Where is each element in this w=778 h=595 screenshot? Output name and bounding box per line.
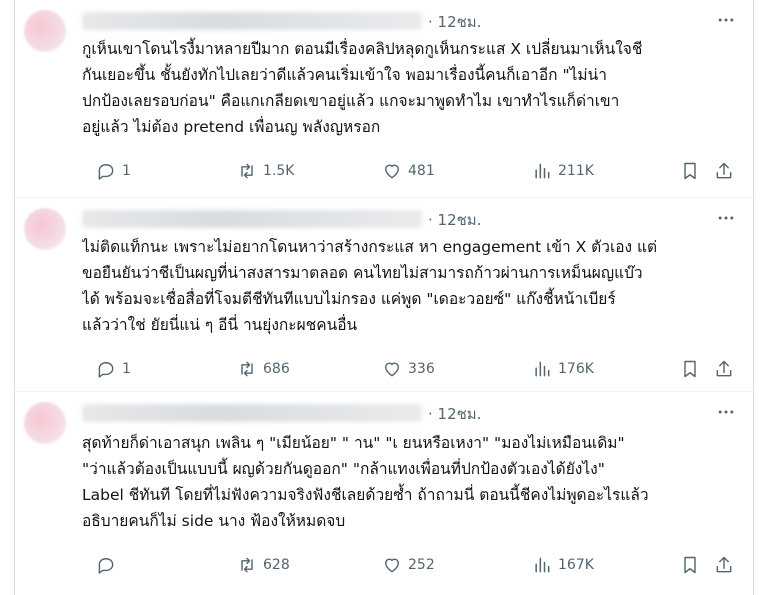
tweet-actions: 1 686 336 176K: [82, 357, 742, 381]
tweet-timestamp[interactable]: · 12ชม.: [428, 402, 481, 426]
tweet-text: สุดท้ายก็ด่าเอาสนุก เพลิน ๆ "เมียน้อย" "…: [82, 430, 742, 534]
tweet-text-line: อธิบายคนก็ไม่ side นาง ฟ้องให้หมดจบ: [82, 512, 346, 530]
author-name-redacted: [82, 404, 422, 422]
author-name-redacted: [82, 12, 422, 30]
like-button[interactable]: 336: [382, 357, 435, 381]
tweet-text-line: ขอยืนยันว่าชีเป็นผญที่น่าสงสารมาตลอด คนไ…: [82, 264, 643, 282]
reply-tweet[interactable]: · 12ชม. สุดท้ายก็ด่าเอาสนุก เพลิน ๆ "เมี…: [14, 392, 754, 595]
share-upload-icon: [716, 556, 732, 573]
reply-count: 1: [122, 163, 131, 179]
repost-button[interactable]: 1.5K: [237, 159, 294, 183]
tweet-text-line: ปกป้องเลยรอบก่อน" คือแกเกลียดเขาอยู่แล้ว…: [82, 92, 620, 110]
repost-icon: [241, 361, 253, 377]
share-button[interactable]: [712, 159, 736, 183]
share-upload-icon: [716, 360, 732, 377]
tweet-actions: 1 1.5K 481 211K: [82, 159, 742, 183]
reply-button[interactable]: 1: [96, 159, 131, 183]
more-options-button[interactable]: [714, 206, 738, 230]
analytics-bars-icon: [535, 557, 550, 573]
analytics-bars-icon: [535, 163, 550, 179]
reply-tweet[interactable]: · 12ชม. กูเห็นเขาโดนไรงี้มาหลายปีมาก ตอน…: [14, 0, 754, 198]
heart-icon: [385, 558, 399, 573]
repost-icon: [241, 163, 253, 179]
reply-button[interactable]: 1: [96, 357, 131, 381]
heart-icon: [385, 164, 399, 179]
repost-button[interactable]: 628: [237, 553, 290, 577]
like-button[interactable]: 481: [382, 159, 435, 183]
bookmark-icon: [684, 556, 696, 574]
more-options-button[interactable]: [714, 8, 738, 32]
tweet-text-line: แล้วว่าใช่ ยัยนี่แน่ ๆ อีนี่ านยุ่งกะผชค…: [82, 316, 358, 334]
like-count: 481: [408, 163, 435, 179]
view-count: 211K: [558, 163, 594, 179]
analytics-bars-icon: [535, 361, 550, 377]
like-count: 336: [408, 361, 435, 377]
tweet-text-line: อยู่แล้ว ไม่ต้อง pretend เพื่อนญ พลังญหร…: [82, 118, 381, 136]
bookmark-button[interactable]: [678, 159, 702, 183]
repost-count: 1.5K: [263, 163, 295, 179]
tweet-text-line: กันเยอะขึ้น ชั้นยังทักไปเลยว่าดีแล้วคนเร…: [82, 66, 607, 84]
share-button[interactable]: [712, 553, 736, 577]
repost-icon: [241, 557, 253, 573]
heart-icon: [385, 362, 399, 377]
more-horizontal-icon: [718, 216, 734, 220]
views-button[interactable]: 211K: [532, 159, 594, 183]
bookmark-button[interactable]: [678, 553, 702, 577]
reply-bubble-icon: [98, 164, 114, 180]
views-button[interactable]: 176K: [532, 357, 594, 381]
bookmark-icon: [684, 162, 696, 180]
share-upload-icon: [716, 162, 732, 179]
view-count: 176K: [558, 361, 594, 377]
avatar[interactable]: [24, 10, 66, 52]
reply-bubble-icon: [98, 558, 114, 574]
tweet-text-line: ไม่ติดแท็กนะ เพราะไม่อยากโดนหาว่าสร้างกร…: [82, 238, 658, 256]
tweet-actions: 628 252 167K: [82, 553, 742, 577]
bookmark-button[interactable]: [678, 357, 702, 381]
repost-button[interactable]: 686: [237, 357, 290, 381]
more-options-button[interactable]: [714, 400, 738, 424]
repost-count: 686: [263, 361, 290, 377]
views-button[interactable]: 167K: [532, 553, 594, 577]
avatar[interactable]: [24, 402, 66, 444]
author-name-redacted: [82, 210, 422, 228]
repost-count: 628: [263, 557, 290, 573]
view-count: 167K: [558, 557, 594, 573]
tweet-text-line: "ว่าแล้วต้องเป็นแบบนี้ ผญด้วยกันดูออก" "…: [82, 460, 605, 478]
like-button[interactable]: 252: [382, 553, 435, 577]
tweet-timestamp[interactable]: · 12ชม.: [428, 10, 481, 34]
bookmark-icon: [684, 360, 696, 378]
tweet-timestamp[interactable]: · 12ชม.: [428, 208, 481, 232]
more-horizontal-icon: [718, 18, 734, 22]
tweet-text-line: สุดท้ายก็ด่าเอาสนุก เพลิน ๆ "เมียน้อย" "…: [82, 434, 625, 452]
tweet-text-line: กูเห็นเขาโดนไรงี้มาหลายปีมาก ตอนมีเรื่อง…: [82, 40, 643, 58]
like-count: 252: [408, 557, 435, 573]
share-button[interactable]: [712, 357, 736, 381]
reply-tweet[interactable]: · 12ชม. ไม่ติดแท็กนะ เพราะไม่อยากโดนหาว่…: [14, 198, 754, 392]
tweet-text-line: Label ชีทันที โดยที่ไม่ฟังความจริงฟังชีเ…: [82, 486, 649, 504]
reply-bubble-icon: [98, 362, 114, 378]
tweet-text-line: ได้ พร้อมจะเชื่อสื่อที่โจมตีชีทันทีแบบไม…: [82, 290, 616, 308]
more-horizontal-icon: [718, 410, 734, 414]
avatar[interactable]: [24, 208, 66, 250]
tweet-text: ไม่ติดแท็กนะ เพราะไม่อยากโดนหาว่าสร้างกร…: [82, 234, 742, 338]
reply-count: 1: [122, 361, 131, 377]
tweet-text: กูเห็นเขาโดนไรงี้มาหลายปีมาก ตอนมีเรื่อง…: [82, 36, 742, 140]
reply-button[interactable]: [96, 553, 122, 577]
